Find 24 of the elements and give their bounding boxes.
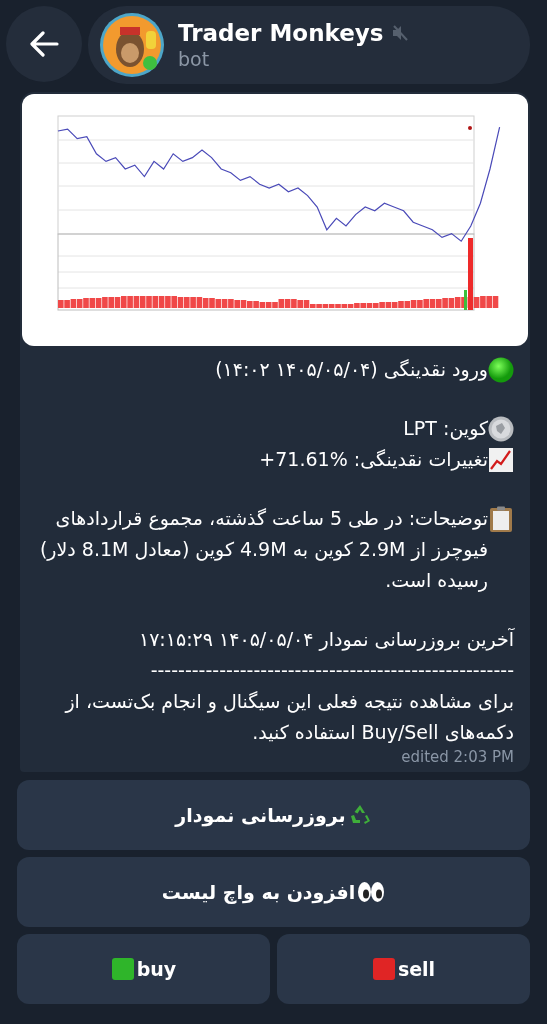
inline-keyboard-button[interactable]: بروزرسانی نمودار [17,780,530,850]
message-text: کوین: LPT [402,416,488,442]
chat-subtitle: bot [178,48,211,70]
message-text: ورود نقدینگی (۱۴۰۵/۰۵/۰۴ ۱۴:۰۲) [214,357,488,383]
message-text: برای مشاهده نتیجه فعلی این سیگنال و انجام بک‌تست، از دکمه‌های Buy/Sell استفاده کنید. [63,689,514,745]
coin-icon [488,416,514,442]
inline-keyboard-button[interactable]: sell [277,934,530,1004]
message-text: آخرین بروزرسانی نمودار ۱۴۰۵/۰۵/۰۴ ۱۷:۱۵:۲۹ [137,627,514,653]
chat-title: Trader Monkeys [178,20,384,46]
avatar[interactable] [100,13,164,77]
edited-time: edited 2:03 PM [400,748,515,766]
circle-icon [488,357,514,383]
square-icon [371,957,396,981]
message-text: تغییرات نقدینگی: %71.61+ [258,447,488,473]
message-text: توضیحات: در طی 5 ساعت گذشته، مجموع قراردادهای فیوچرز از 2.9M کوین به 4.9M کوین (معادل 8.1M دلار) رسیده است. [38,506,488,594]
clipboard-icon [488,506,514,532]
chat-header[interactable]: Trader Monkeys bot [88,6,530,84]
square-icon [110,957,135,981]
eyes-icon [357,881,386,903]
inline-keyboard-button[interactable]: buy [17,934,270,1004]
message-text: ----------------------------------------------------- [149,658,514,683]
inline-keyboard-button[interactable]: افزودن به واچ لیست [17,857,530,927]
chart-increasing-icon [488,447,514,473]
back-arrow-icon [29,31,59,57]
